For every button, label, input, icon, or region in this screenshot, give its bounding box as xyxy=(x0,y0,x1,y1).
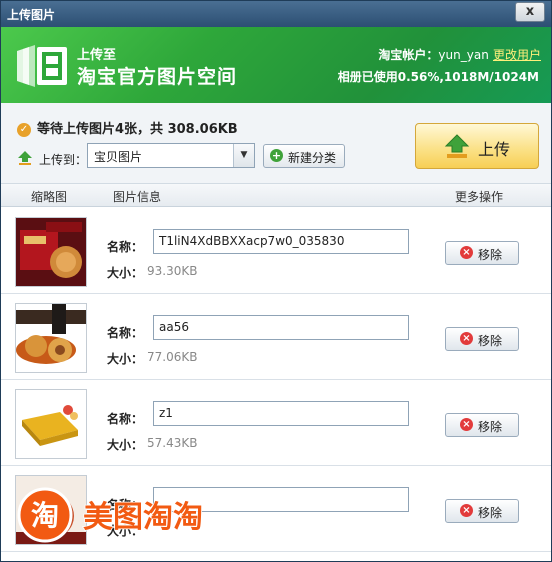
size-value: 57.43KB xyxy=(147,436,198,450)
image-thumbnail[interactable] xyxy=(15,217,87,287)
add-icon: + xyxy=(270,149,283,162)
close-icon: x xyxy=(525,4,535,19)
remove-button-label: 移除 xyxy=(478,334,503,348)
watermark-text: 美图淘淘 xyxy=(83,500,203,535)
size-label: 大小： xyxy=(107,438,144,452)
list-column-header: 缩略图 图片信息 更多操作 xyxy=(1,184,551,207)
column-image-info: 图片信息 xyxy=(113,190,162,204)
title-bar[interactable]: 上传图片 x xyxy=(1,1,551,27)
name-field-value: z1 xyxy=(159,406,173,420)
name-label: 名称： xyxy=(107,412,144,426)
upload-icon xyxy=(444,134,470,158)
remove-icon: × xyxy=(460,332,473,345)
remove-icon: × xyxy=(460,418,473,431)
banner-subtitle: 上传至 xyxy=(77,48,117,63)
new-category-button[interactable]: + 新建分类 xyxy=(263,144,345,168)
name-label: 名称： xyxy=(107,326,144,340)
size-label: 大小： xyxy=(107,352,144,366)
upload-button-label: 上传 xyxy=(478,140,511,159)
account-username: yun_yan xyxy=(438,48,489,62)
image-thumbnail[interactable] xyxy=(15,389,87,459)
watermark-icon-glyph: 淘 xyxy=(31,499,59,532)
name-label: 名称： xyxy=(107,240,144,254)
header-banner: 上传至 淘宝官方图片空间 淘宝帐户：yun_yan 更改用户 相册已使用0.56… xyxy=(1,27,551,103)
column-thumbnail: 缩略图 xyxy=(31,190,68,204)
name-field[interactable]: aa56 xyxy=(153,315,409,340)
new-category-label: 新建分类 xyxy=(288,151,337,165)
size-label: 大小： xyxy=(107,266,144,280)
account-label: 淘宝帐户： xyxy=(378,48,439,62)
remove-button-label: 移除 xyxy=(478,420,503,434)
upload-button[interactable]: 上传 xyxy=(415,123,539,169)
image-thumbnail[interactable] xyxy=(15,303,87,373)
category-select-value: 宝贝图片 xyxy=(94,150,143,164)
column-more-actions: 更多操作 xyxy=(455,190,504,204)
name-field-value: aa56 xyxy=(159,320,189,334)
banner-title: 淘宝官方图片空间 xyxy=(77,66,238,88)
window-title: 上传图片 xyxy=(7,8,56,22)
remove-icon: × xyxy=(460,246,473,259)
check-icon: ✓ xyxy=(17,123,31,137)
upload-arrow-icon xyxy=(18,151,32,165)
size-value: 77.06KB xyxy=(147,350,198,364)
upload-status-text: 等待上传图片4张，共 308.06KB xyxy=(37,122,238,137)
remove-button[interactable]: × 移除 xyxy=(445,327,519,351)
remove-button-label: 移除 xyxy=(478,506,503,520)
name-field-value: T1liN4XdBBXXacp7w0_035830 xyxy=(159,234,345,248)
remove-icon: × xyxy=(460,504,473,517)
list-item: 名称： z1 大小： 57.43KB × 移除 xyxy=(1,379,551,466)
close-button[interactable]: x xyxy=(515,2,545,22)
list-item: 名称： aa56 大小： 77.06KB × 移除 xyxy=(1,293,551,380)
chevron-down-icon[interactable]: ▼ xyxy=(233,144,254,167)
storage-usage: 相册已使用0.56%,1018M/1024M xyxy=(337,70,539,84)
list-item: 名称： T1liN4XdBBXXacp7w0_035830 大小： 93.30K… xyxy=(1,207,551,294)
change-user-link[interactable]: 更改用户 xyxy=(493,48,541,62)
name-field[interactable]: T1liN4XdBBXXacp7w0_035830 xyxy=(153,229,409,254)
name-field[interactable]: z1 xyxy=(153,401,409,426)
upload-target-label: 上传到： xyxy=(39,153,88,167)
remove-button[interactable]: × 移除 xyxy=(445,499,519,523)
size-value: 93.30KB xyxy=(147,264,198,278)
category-select[interactable]: 宝贝图片 ▼ xyxy=(87,143,255,168)
image-space-logo-icon xyxy=(17,45,67,87)
upload-dialog: 上传图片 x 上传至 淘宝官方图片空间 淘宝帐户：yun_yan 更改用户 相册… xyxy=(0,0,552,562)
account-info: 淘宝帐户：yun_yan 更改用户 xyxy=(378,46,541,63)
remove-button[interactable]: × 移除 xyxy=(445,413,519,437)
meitu-taotao-watermark: 淘 美图淘淘 xyxy=(17,487,204,543)
remove-button[interactable]: × 移除 xyxy=(445,241,519,265)
remove-button-label: 移除 xyxy=(478,248,503,262)
upload-status: ✓ 等待上传图片4张，共 308.06KB xyxy=(17,118,238,137)
